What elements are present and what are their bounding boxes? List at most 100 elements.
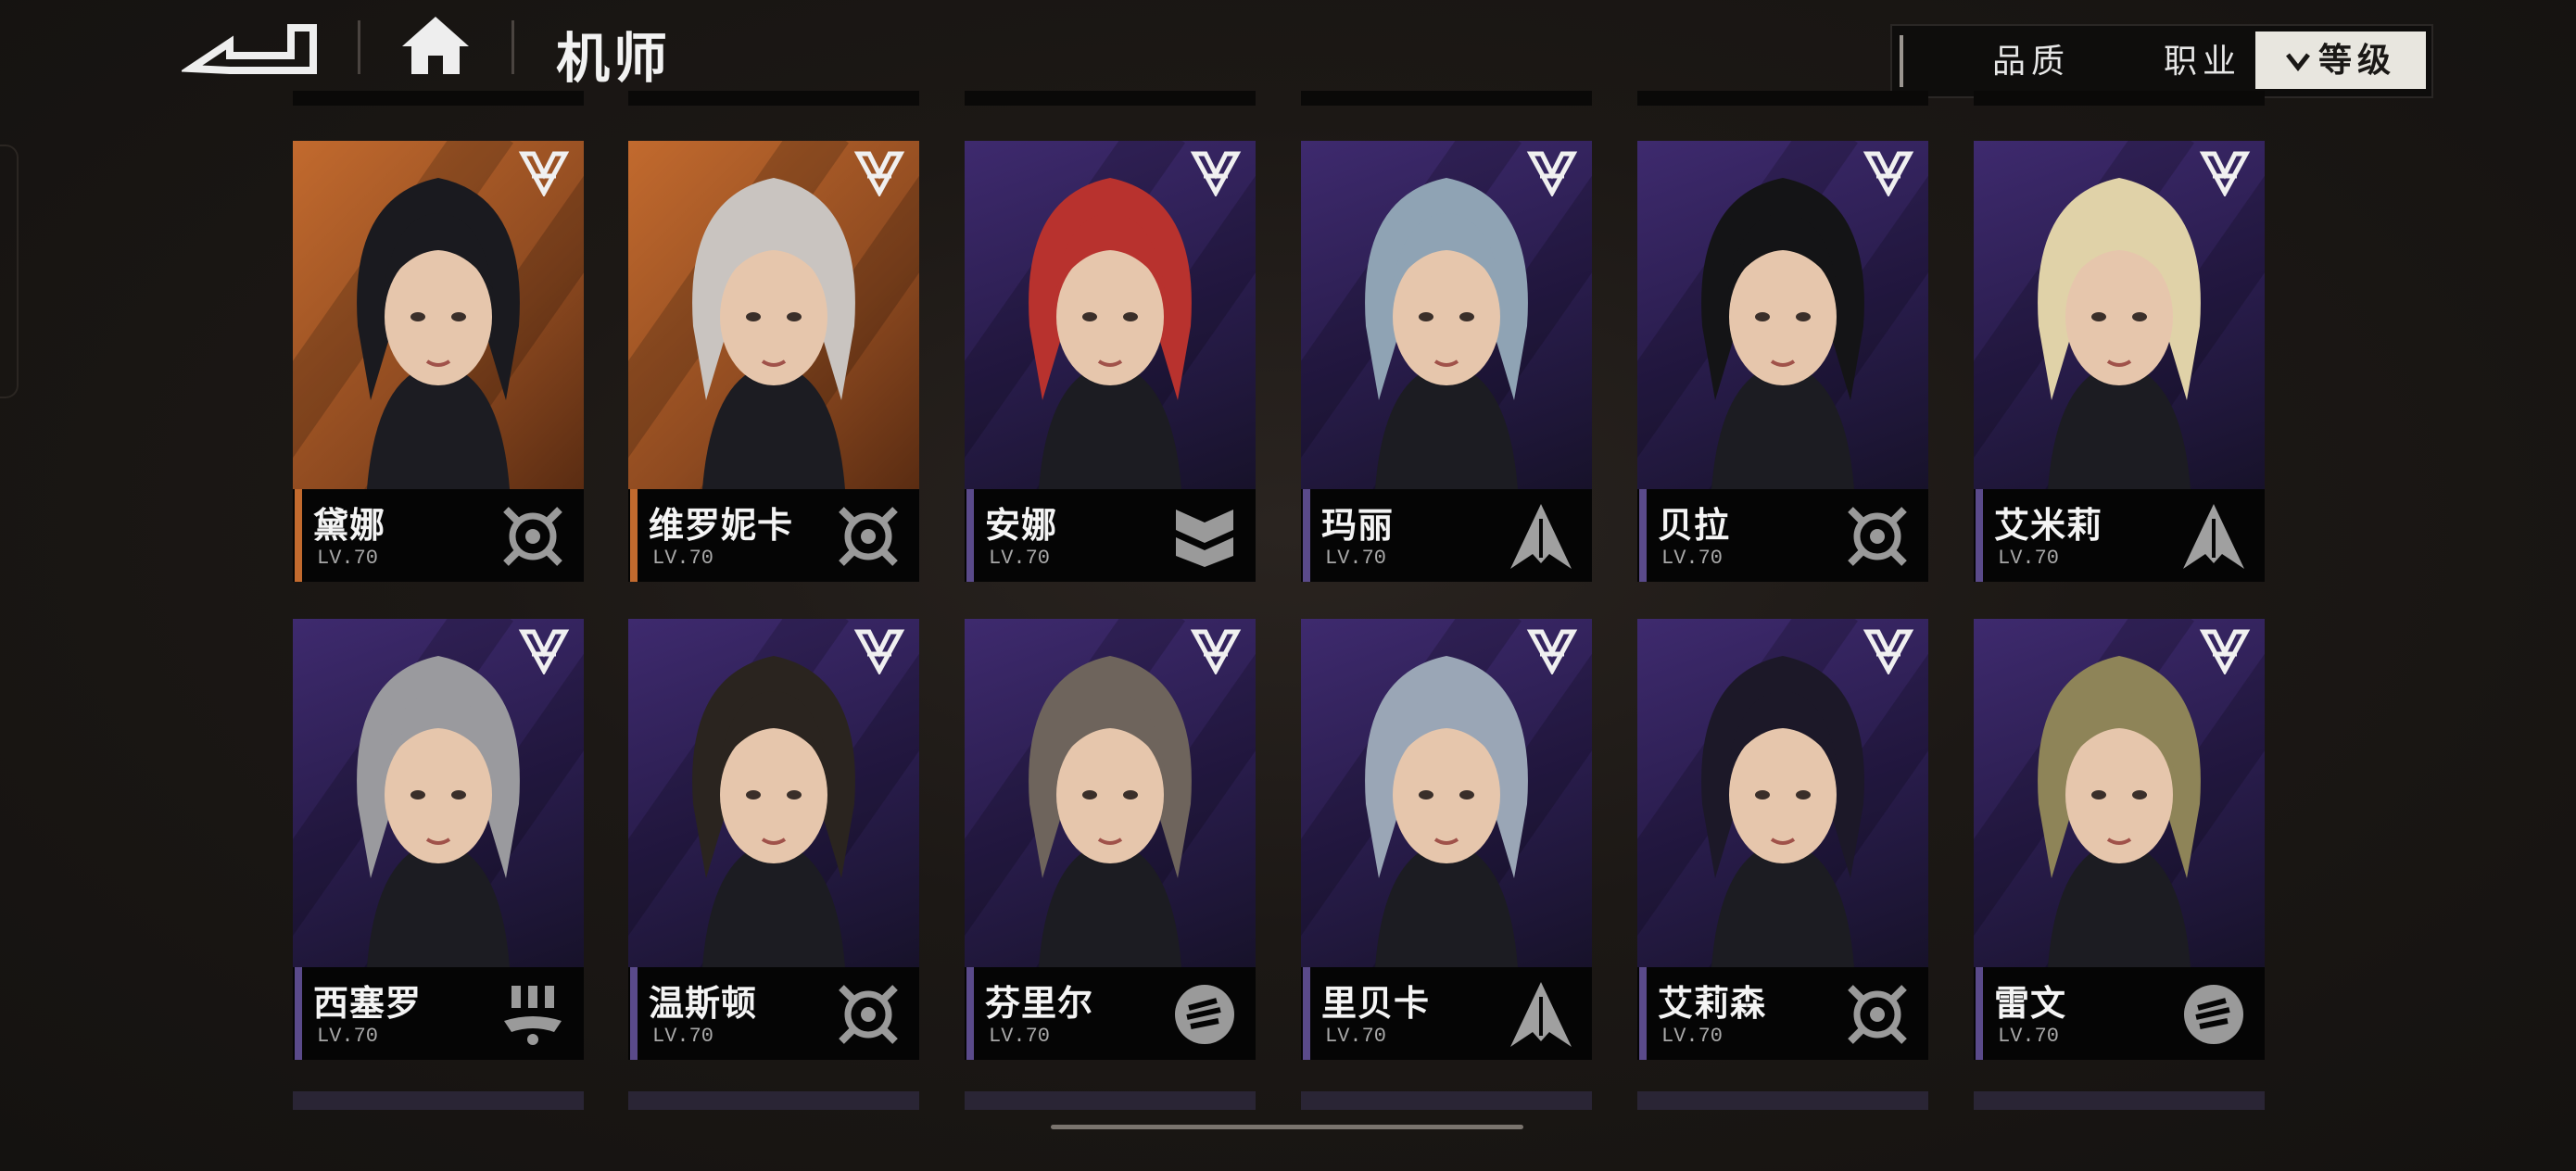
rarity-accent: [295, 967, 302, 1060]
pilot-portrait: [1974, 619, 2265, 967]
target-crosshair-icon: [503, 507, 562, 566]
pilot-level: LV.70: [1998, 547, 2060, 570]
pilot-card[interactable]: 艾米莉 LV.70: [1974, 141, 2265, 582]
support-drone-icon: [504, 986, 562, 1045]
rank-badge-icon: [853, 151, 905, 196]
pilot-level: LV.70: [1325, 1025, 1387, 1048]
pilot-level: LV.70: [989, 547, 1051, 570]
rarity-accent: [1976, 489, 1983, 582]
pilot-name: 玛丽: [1321, 507, 1395, 546]
target-crosshair-icon: [839, 985, 898, 1044]
pilot-level: LV.70: [317, 547, 379, 570]
pilot-name: 黛娜: [313, 507, 386, 546]
pilot-card[interactable]: 贝拉 LV.70: [1637, 141, 1928, 582]
pilot-card[interactable]: 艾莉森 LV.70: [1637, 619, 1928, 1060]
pilot-card[interactable]: 温斯顿 LV.70: [628, 619, 919, 1060]
partial-card-bottom: [1637, 1091, 1928, 1110]
pilot-name: 维罗妮卡: [649, 507, 794, 546]
pilot-card[interactable]: 雷文 LV.70: [1974, 619, 2265, 1060]
pilot-name: 芬里尔: [985, 985, 1094, 1024]
pilot-name: 艾莉森: [1658, 985, 1767, 1024]
rarity-accent: [1639, 967, 1647, 1060]
pilot-info-bar: 黛娜 LV.70: [293, 489, 584, 582]
fist-icon: [1175, 985, 1234, 1044]
pilot-portrait: [1301, 619, 1592, 967]
pilot-level: LV.70: [989, 1025, 1051, 1048]
rarity-accent: [966, 967, 974, 1060]
rank-badge-icon: [1526, 629, 1578, 674]
pilot-card[interactable]: 维罗妮卡 LV.70: [628, 141, 919, 582]
pilot-level: LV.70: [1998, 1025, 2060, 1048]
pilot-card[interactable]: 玛丽 LV.70: [1301, 141, 1592, 582]
pilot-portrait: [1974, 141, 2265, 489]
pilot-level: LV.70: [1325, 547, 1387, 570]
partial-card-top: [628, 91, 919, 106]
pilot-info-bar: 维罗妮卡 LV.70: [628, 489, 919, 582]
pilot-portrait: [1301, 141, 1592, 489]
rank-badge-icon: [2199, 151, 2251, 196]
pilot-info-bar: 西塞罗 LV.70: [293, 967, 584, 1060]
partial-card-bottom: [293, 1091, 584, 1110]
target-crosshair-icon: [1848, 507, 1907, 566]
arrow-spike-icon: [1510, 982, 1572, 1047]
rarity-accent: [1639, 489, 1647, 582]
rank-badge-icon: [1190, 151, 1242, 196]
rank-badge-icon: [1863, 629, 1914, 674]
pilot-name: 贝拉: [1658, 507, 1731, 546]
rarity-accent: [630, 967, 638, 1060]
fist-icon: [2184, 985, 2243, 1044]
rarity-accent: [630, 489, 638, 582]
target-crosshair-icon: [1848, 985, 1907, 1044]
partial-card-bottom: [1301, 1091, 1592, 1110]
pilot-info-bar: 雷文 LV.70: [1974, 967, 2265, 1060]
rank-badge-icon: [1190, 629, 1242, 674]
pilot-portrait: [628, 141, 919, 489]
partial-card-top: [965, 91, 1256, 106]
pilot-portrait: [628, 619, 919, 967]
pilot-portrait: [1637, 619, 1928, 967]
partial-card-top: [1301, 91, 1592, 106]
pilot-name: 安娜: [985, 507, 1058, 546]
pilot-portrait: [965, 619, 1256, 967]
partial-card-top: [293, 91, 584, 106]
partial-card-top: [1637, 91, 1928, 106]
pilot-info-bar: 温斯顿 LV.70: [628, 967, 919, 1060]
pilot-name: 西塞罗: [313, 985, 423, 1024]
pilot-grid: 黛娜 LV.70 维罗妮卡 LV.70 安娜 LV.70 玛丽 LV.70 贝拉…: [0, 0, 2576, 1171]
pilot-name: 温斯顿: [649, 985, 758, 1024]
home-indicator[interactable]: [1051, 1125, 1523, 1129]
pilot-level: LV.70: [317, 1025, 379, 1048]
pilot-card[interactable]: 里贝卡 LV.70: [1301, 619, 1592, 1060]
pilot-card[interactable]: 芬里尔 LV.70: [965, 619, 1256, 1060]
arrow-spike-icon: [1510, 504, 1572, 569]
pilot-portrait: [965, 141, 1256, 489]
target-crosshair-icon: [839, 507, 898, 566]
pilot-info-bar: 贝拉 LV.70: [1637, 489, 1928, 582]
pilot-info-bar: 艾莉森 LV.70: [1637, 967, 1928, 1060]
rarity-accent: [966, 489, 974, 582]
pilot-portrait: [293, 141, 584, 489]
rank-badge-icon: [518, 151, 570, 196]
pilot-name: 雷文: [1994, 985, 2067, 1024]
arrow-spike-icon: [2183, 504, 2244, 569]
pilot-level: LV.70: [652, 547, 714, 570]
partial-card-bottom: [1974, 1091, 2265, 1110]
rank-badge-icon: [1526, 151, 1578, 196]
pilot-portrait: [293, 619, 584, 967]
pilot-info-bar: 玛丽 LV.70: [1301, 489, 1592, 582]
rarity-accent: [1976, 967, 1983, 1060]
pilot-portrait: [1637, 141, 1928, 489]
pilot-name: 艾米莉: [1994, 507, 2103, 546]
pilot-card[interactable]: 安娜 LV.70: [965, 141, 1256, 582]
pilot-info-bar: 里贝卡 LV.70: [1301, 967, 1592, 1060]
pilot-info-bar: 安娜 LV.70: [965, 489, 1256, 582]
partial-card-top: [1974, 91, 2265, 106]
pilot-name: 里贝卡: [1321, 985, 1431, 1024]
rarity-accent: [1303, 967, 1310, 1060]
rank-badge-icon: [2199, 629, 2251, 674]
pilot-info-bar: 芬里尔 LV.70: [965, 967, 1256, 1060]
pilot-info-bar: 艾米莉 LV.70: [1974, 489, 2265, 582]
pilot-card[interactable]: 西塞罗 LV.70: [293, 619, 584, 1060]
pilot-card[interactable]: 黛娜 LV.70: [293, 141, 584, 582]
rank-badge-icon: [1863, 151, 1914, 196]
